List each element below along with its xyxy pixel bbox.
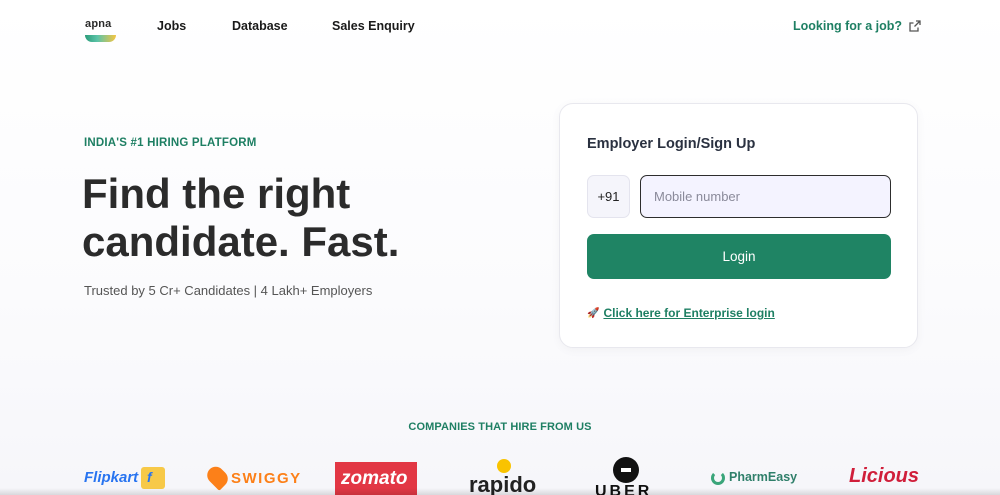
companies-title: COMPANIES THAT HIRE FROM US bbox=[408, 421, 592, 433]
logo-text: apna bbox=[85, 18, 112, 30]
login-button[interactable]: Login bbox=[587, 234, 891, 279]
login-card-title: Employer Login/Sign Up bbox=[587, 136, 756, 152]
logo-underline bbox=[85, 35, 116, 42]
nav-sales-enquiry[interactable]: Sales Enquiry bbox=[332, 19, 415, 33]
pharmeasy-icon bbox=[711, 471, 725, 485]
hero-headline: Find the right candidate. Fast. bbox=[82, 170, 400, 265]
zomato-logo: zomato bbox=[341, 468, 408, 489]
flipkart-badge: f bbox=[147, 469, 152, 485]
country-code[interactable]: +91 bbox=[587, 175, 630, 218]
external-link-icon bbox=[909, 20, 921, 32]
enterprise-login: 🚀 Click here for Enterprise login bbox=[587, 306, 775, 320]
site-header: apna Jobs Database Sales Enquiry Looking… bbox=[0, 0, 1000, 52]
looking-for-job-label: Looking for a job? bbox=[793, 19, 903, 33]
nav-database[interactable]: Database bbox=[232, 19, 288, 33]
nav-jobs[interactable]: Jobs bbox=[157, 19, 186, 33]
bottom-shadow bbox=[0, 488, 1000, 495]
swiggy-pin-icon bbox=[203, 463, 232, 491]
hero-subline: Trusted by 5 Cr+ Candidates | 4 Lakh+ Em… bbox=[84, 283, 373, 298]
swiggy-logo: SWIGGY bbox=[231, 470, 302, 487]
enterprise-login-link[interactable]: Click here for Enterprise login bbox=[603, 306, 774, 320]
flipkart-bag-icon: f bbox=[141, 467, 165, 489]
hero-tagline: INDIA'S #1 HIRING PLATFORM bbox=[84, 137, 257, 149]
flipkart-logo: Flipkart bbox=[84, 469, 139, 486]
licious-logo: Licious bbox=[849, 465, 920, 487]
apna-logo[interactable]: apna bbox=[85, 18, 117, 44]
pharmeasy-logo: PharmEasy bbox=[729, 470, 798, 484]
login-card: Employer Login/Sign Up +91 Login 🚀 Click… bbox=[559, 103, 918, 348]
looking-for-job-link[interactable]: Looking for a job? bbox=[793, 19, 921, 33]
uber-icon bbox=[613, 457, 639, 483]
mobile-number-input[interactable] bbox=[640, 175, 891, 218]
rapido-icon bbox=[497, 459, 511, 473]
rocket-icon: 🚀 bbox=[587, 307, 600, 319]
